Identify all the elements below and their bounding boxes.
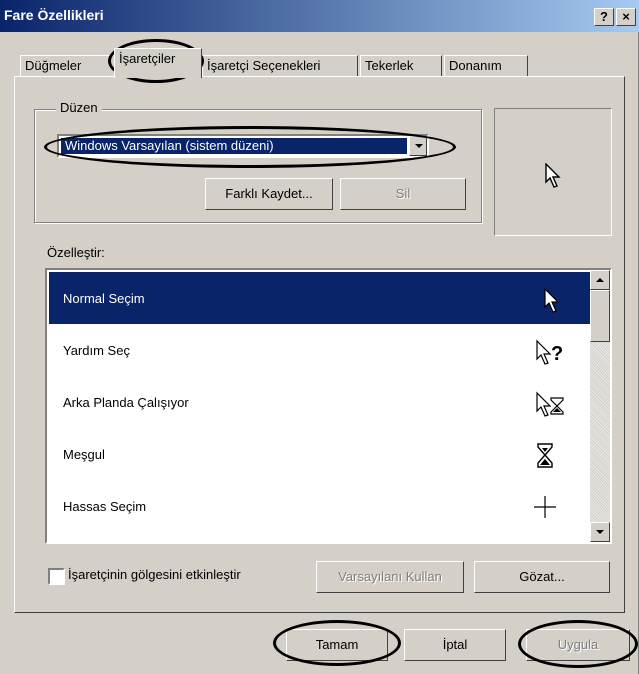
tab-pointer-options[interactable]: İşaretçi Seçenekleri (202, 55, 358, 77)
svg-text:?: ? (551, 343, 563, 365)
hourglass-cursor-icon (537, 443, 553, 468)
tab-pointers[interactable]: İşaretçiler (114, 48, 202, 78)
list-item-label: Yardım Seç (63, 343, 130, 358)
cursor-preview (494, 108, 612, 236)
list-item[interactable]: Meşgul (49, 428, 590, 480)
list-item[interactable]: Hassas Seçim (49, 480, 590, 532)
browse-button[interactable]: Gözat... (474, 561, 610, 593)
chevron-up-icon (596, 278, 604, 282)
chevron-down-icon (596, 530, 604, 534)
cursor-list[interactable]: Normal Seçim Yardım Seç ? Arka Planda Ça… (45, 268, 612, 544)
list-item[interactable]: Arka Planda Çalışıyor (49, 376, 590, 428)
save-as-button[interactable]: Farklı Kaydet... (205, 178, 333, 210)
scroll-up-button[interactable] (590, 270, 610, 290)
window-title: Fare Özellikleri (4, 7, 104, 23)
tab-hardware[interactable]: Donanım (444, 55, 528, 77)
crosshair-cursor-icon (534, 496, 556, 518)
list-item-label: Meşgul (63, 447, 105, 462)
close-button[interactable]: × (616, 8, 636, 26)
list-item[interactable]: Yardım Seç ? (49, 324, 590, 376)
list-item-label: Normal Seçim (63, 291, 145, 306)
tab-wheel[interactable]: Tekerlek (360, 55, 442, 77)
customize-label: Özelleştir: (47, 245, 105, 260)
tab-buttons[interactable]: Düğmeler (20, 55, 116, 77)
arrow-cursor-icon (544, 287, 560, 313)
list-item-label: Arka Planda Çalışıyor (63, 395, 189, 410)
ok-button[interactable]: Tamam (286, 629, 388, 661)
shadow-checkbox-label[interactable]: İşaretçinin gölgesini etkinleştir (68, 567, 241, 582)
vertical-scrollbar[interactable] (590, 270, 610, 542)
scroll-down-button[interactable] (590, 522, 610, 542)
list-item-label: Hassas Seçim (63, 499, 147, 514)
cancel-button[interactable]: İptal (404, 629, 506, 661)
help-cursor-icon: ? (536, 339, 563, 365)
shadow-checkbox[interactable] (48, 568, 65, 585)
use-default-button[interactable]: Varsayılanı Kullan (316, 561, 464, 593)
title-bar: Fare Özellikleri ? × (0, 0, 639, 32)
chevron-down-icon[interactable] (409, 136, 427, 156)
help-button[interactable]: ? (594, 8, 614, 26)
delete-button[interactable]: Sil (340, 178, 466, 210)
scheme-dropdown[interactable]: Windows Varsayılan (sistem düzeni) (57, 134, 429, 158)
scheme-selected-value: Windows Varsayılan (sistem düzeni) (61, 138, 407, 154)
list-item[interactable]: Normal Seçim (49, 272, 590, 324)
busy-background-cursor-icon (536, 391, 564, 417)
scroll-thumb[interactable] (590, 290, 610, 342)
mouse-properties-dialog: Fare Özellikleri ? × Düğmeler İşaretçile… (0, 0, 639, 674)
list-item-partial (49, 532, 590, 542)
scheme-label: Düzen (56, 100, 102, 115)
arrow-cursor-icon (545, 163, 561, 188)
apply-button[interactable]: Uygula (526, 629, 630, 661)
